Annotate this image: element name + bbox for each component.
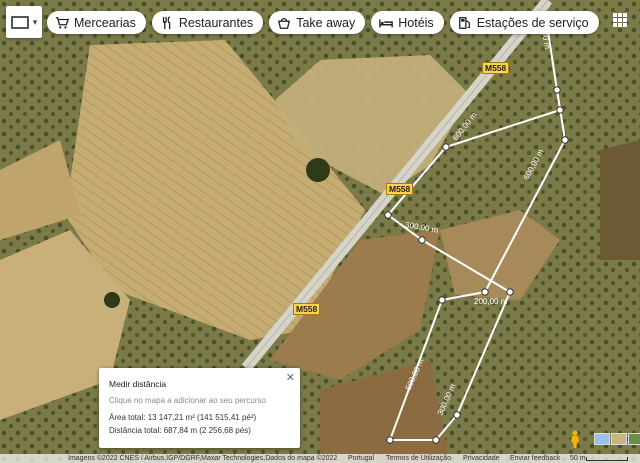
road-label: M558 xyxy=(482,62,510,74)
measure-vertex[interactable] xyxy=(556,106,564,114)
measure-distance-panel: ✕ Medir distância Clique no mapa a adici… xyxy=(99,368,300,448)
road-label: M558 xyxy=(293,303,321,315)
measure-vertex[interactable] xyxy=(553,86,561,94)
measure-vertex[interactable] xyxy=(481,288,489,296)
chip-mercearias[interactable]: Mercearias xyxy=(47,11,146,34)
measure-vertex[interactable] xyxy=(386,436,394,444)
layer-switcher-button[interactable]: ▾ xyxy=(6,6,42,38)
scale-label: 50 m xyxy=(570,455,586,462)
chip-estacoes-de-servico[interactable]: Estações de serviço xyxy=(449,11,599,34)
measure-vertex[interactable] xyxy=(438,296,446,304)
chip-label: Restaurantes xyxy=(178,15,254,30)
chip-label: Estações de serviço xyxy=(476,15,589,30)
privacy-link[interactable]: Privacidade xyxy=(463,454,500,463)
imagery-credit: Imagens ©2022 CNES / Airbus,IGP/DGRF,Max… xyxy=(68,455,338,462)
road-label: M558 xyxy=(386,183,414,195)
measure-vertex[interactable] xyxy=(442,143,450,151)
segment-label: 200,00 m xyxy=(474,297,508,306)
takeaway-icon xyxy=(278,17,291,29)
panel-title: Medir distância xyxy=(109,379,167,389)
total-area: Área total: 13 147,21 m² (141 515,41 pé²… xyxy=(109,413,257,422)
apps-grid-icon[interactable] xyxy=(613,13,627,27)
category-chips: Mercearias Restaurantes Take away Hotéis… xyxy=(47,11,599,34)
country-label[interactable]: Portugal xyxy=(348,454,374,463)
chip-label: Hotéis xyxy=(398,15,434,30)
measure-vertex[interactable] xyxy=(384,211,392,219)
cutlery-icon xyxy=(162,15,171,29)
chip-hoteis[interactable]: Hotéis xyxy=(371,11,444,34)
satellite-map[interactable] xyxy=(0,0,640,463)
cart-icon xyxy=(55,16,69,29)
chevron-down-icon: ▾ xyxy=(32,16,38,27)
pegman-icon[interactable] xyxy=(568,430,582,448)
measure-vertex[interactable] xyxy=(453,411,461,419)
terms-link[interactable]: Termos de Utilização xyxy=(386,454,451,463)
attribution-bar: Imagens ©2022 CNES / Airbus,IGP/DGRF,Max… xyxy=(0,454,640,463)
imagery-thumbnails[interactable] xyxy=(594,433,640,445)
chip-label: Take away xyxy=(296,15,356,30)
measure-vertex[interactable] xyxy=(432,436,440,444)
chip-label: Mercearias xyxy=(74,15,136,30)
fuel-icon xyxy=(458,16,470,29)
keyboard-icon xyxy=(10,15,29,29)
measure-vertex[interactable] xyxy=(506,288,514,296)
total-distance: Distância total: 687,84 m (2 256,68 pés) xyxy=(109,426,251,435)
feedback-link[interactable]: Enviar feedback xyxy=(510,454,560,463)
chip-take-away[interactable]: Take away xyxy=(269,11,366,34)
chip-restaurantes[interactable]: Restaurantes xyxy=(151,11,264,34)
panel-hint: Clique no mapa a adicionar ao seu percur… xyxy=(109,396,266,405)
bed-icon xyxy=(379,19,394,27)
measure-vertex[interactable] xyxy=(561,136,569,144)
measure-vertex[interactable] xyxy=(418,236,426,244)
scale-bar xyxy=(586,457,628,461)
close-icon[interactable]: ✕ xyxy=(286,371,295,384)
